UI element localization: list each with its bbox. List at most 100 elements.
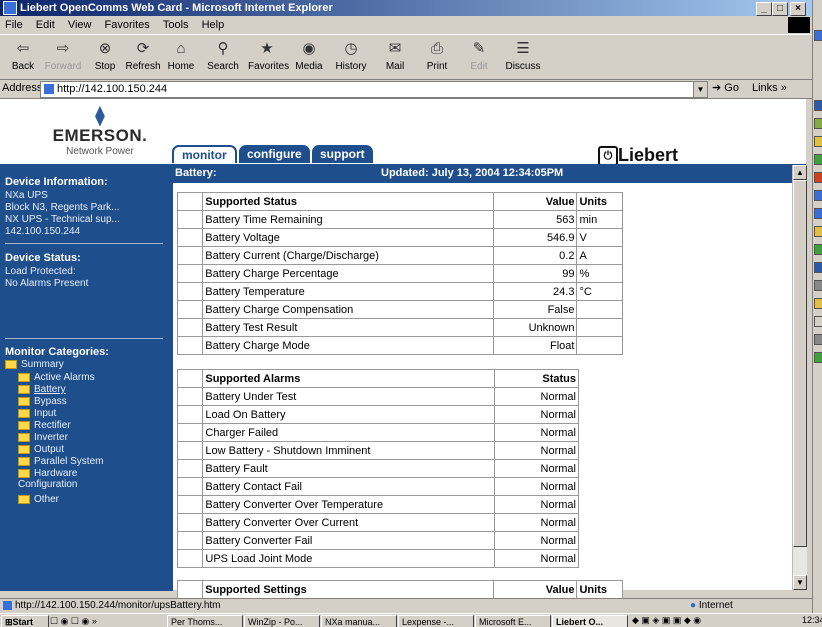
- settings-table: Supported Settings Value Units: [176, 580, 623, 599]
- desktop-icon[interactable]: [814, 30, 822, 41]
- desktop-icon[interactable]: [814, 190, 822, 201]
- table-cell: [176, 300, 204, 319]
- links-button[interactable]: Links »: [752, 79, 787, 98]
- desktop-icon[interactable]: [814, 208, 822, 219]
- status-url: http://142.100.150.244/monitor/upsBatter…: [15, 600, 221, 611]
- desktop-icon[interactable]: [814, 334, 822, 345]
- menu-view[interactable]: View: [68, 19, 92, 31]
- column-header: Supported Settings: [202, 580, 494, 599]
- scroll-thumb[interactable]: [793, 180, 807, 547]
- status-unit: min: [576, 210, 623, 229]
- table-row: Battery Charge Percentage 99%: [176, 264, 623, 283]
- desktop-icon[interactable]: [814, 352, 822, 363]
- folder-icon: [18, 372, 30, 382]
- desktop-icon[interactable]: [814, 118, 822, 129]
- minimize-button[interactable]: _: [756, 2, 772, 16]
- sidebar-item-inverter[interactable]: Inverter: [18, 432, 68, 443]
- desktop-icon[interactable]: [814, 262, 822, 273]
- desktop-icon[interactable]: [814, 316, 822, 327]
- table-cell: [176, 282, 204, 301]
- table-row: Battery Converter Over Temperature Normal: [176, 495, 580, 514]
- sidebar-item-parallel-system[interactable]: Parallel System: [18, 456, 103, 467]
- print-button[interactable]: ⎙ Print: [418, 37, 456, 72]
- table-cell: [176, 264, 204, 283]
- close-button[interactable]: ×: [790, 2, 806, 16]
- go-button[interactable]: ➜ Go: [712, 79, 739, 98]
- taskbar-item-active[interactable]: Liebert O...: [552, 615, 628, 627]
- media-button[interactable]: ◉ Media: [290, 37, 328, 72]
- home-icon: ⌂: [176, 40, 186, 57]
- stop-icon: ⊗: [98, 40, 112, 57]
- folder-icon: [18, 420, 30, 430]
- folder-icon: [18, 444, 30, 454]
- edit-button[interactable]: ✎ Edit: [460, 37, 498, 72]
- table-row: Battery Current (Charge/Discharge) 0.2 A: [176, 246, 623, 265]
- sidebar-item-bypass[interactable]: Bypass: [18, 396, 67, 407]
- desktop-icon[interactable]: [814, 100, 822, 111]
- sidebar: Device Information: NXa UPS Block N3, Re…: [0, 164, 173, 591]
- mail-button[interactable]: ✉ Mail: [376, 37, 414, 72]
- desktop-icon[interactable]: [814, 154, 822, 165]
- maximize-button[interactable]: □: [772, 2, 788, 16]
- tab-support[interactable]: support: [312, 145, 373, 163]
- clock: 12:34: [802, 615, 822, 625]
- desktop-icon[interactable]: [814, 298, 822, 309]
- address-label: Address: [2, 82, 43, 94]
- sidebar-item-rectifier[interactable]: Rectifier: [18, 420, 71, 431]
- table-row: Battery Time Remaining 563 min: [176, 210, 623, 229]
- scroll-down-button[interactable]: ▼: [793, 575, 807, 590]
- taskbar: ⊞Start ☐ ◉ ☐ ◉ » Per Thoms... WinZip - P…: [0, 613, 822, 627]
- alarms-table: Supported Alarms Status Battery Under Te…: [176, 369, 580, 568]
- refresh-button[interactable]: ⟳ Refresh: [124, 37, 162, 72]
- taskbar-item[interactable]: Per Thoms...: [167, 615, 243, 627]
- sidebar-item-active-alarms[interactable]: Active Alarms: [18, 372, 95, 383]
- menu-help[interactable]: Help: [202, 19, 225, 31]
- desktop-icon[interactable]: [814, 172, 822, 183]
- desktop-icon[interactable]: [814, 136, 822, 147]
- taskbar-item[interactable]: Lexpense -...: [398, 615, 474, 627]
- sidebar-item-hardware-configuration[interactable]: Hardware Configuration: [18, 468, 128, 490]
- sidebar-item-battery[interactable]: Battery: [18, 384, 66, 395]
- taskbar-item[interactable]: Microsoft E...: [475, 615, 551, 627]
- menu-tools[interactable]: Tools: [163, 19, 189, 31]
- taskbar-item[interactable]: NXa manua...: [321, 615, 397, 627]
- scroll-up-button[interactable]: ▲: [793, 165, 807, 180]
- tab-monitor[interactable]: monitor: [172, 145, 237, 163]
- table-cell: [176, 580, 204, 599]
- sidebar-item-other[interactable]: Other: [18, 494, 59, 505]
- address-dropdown-button[interactable]: ▼: [693, 82, 707, 97]
- search-button[interactable]: ⚲ Search: [204, 37, 242, 72]
- sidebar-item-output[interactable]: Output: [18, 444, 64, 455]
- table-header-row: Supported Status Value Units: [176, 192, 623, 211]
- stop-button[interactable]: ⊗ Stop: [86, 37, 124, 72]
- address-input[interactable]: http://142.100.150.244 ▼: [40, 81, 708, 98]
- discuss-button[interactable]: ☰ Discuss: [504, 37, 542, 72]
- table-row: Battery Charge Mode Float: [176, 336, 623, 355]
- home-button[interactable]: ⌂ Home: [162, 37, 200, 72]
- desktop-icon[interactable]: [814, 226, 822, 237]
- back-button[interactable]: ⇦ Back: [4, 37, 42, 72]
- table-row: UPS Load Joint Mode Normal: [176, 549, 580, 568]
- taskbar-item[interactable]: WinZip - Po...: [244, 615, 320, 627]
- menu-edit[interactable]: Edit: [36, 19, 55, 31]
- status-name: Battery Charge Mode: [202, 336, 494, 355]
- start-button[interactable]: ⊞Start: [1, 615, 49, 627]
- table-header-row: Supported Alarms Status: [176, 369, 580, 388]
- history-button[interactable]: ◷ History: [332, 37, 370, 72]
- tab-configure[interactable]: configure: [239, 145, 310, 163]
- menu-file[interactable]: File: [5, 19, 23, 31]
- desktop-icon[interactable]: [814, 280, 822, 291]
- device-info-heading: Device Information:: [5, 176, 108, 188]
- menu-favorites[interactable]: Favorites: [105, 19, 150, 31]
- table-cell: [176, 246, 204, 265]
- desktop-icon[interactable]: [814, 244, 822, 255]
- back-arrow-icon: ⇦: [16, 40, 30, 57]
- favorites-button[interactable]: ★ Favorites: [248, 37, 289, 72]
- table-cell: [176, 405, 204, 424]
- forward-button[interactable]: ⇨ Forward: [44, 37, 82, 72]
- table-row: Charger Failed Normal: [176, 423, 580, 442]
- alarm-name: Battery Converter Fail: [202, 531, 495, 550]
- sidebar-item-input[interactable]: Input: [18, 408, 56, 419]
- vertical-scrollbar[interactable]: ▲ ▼: [792, 165, 807, 590]
- sidebar-item-summary[interactable]: Summary: [5, 359, 64, 370]
